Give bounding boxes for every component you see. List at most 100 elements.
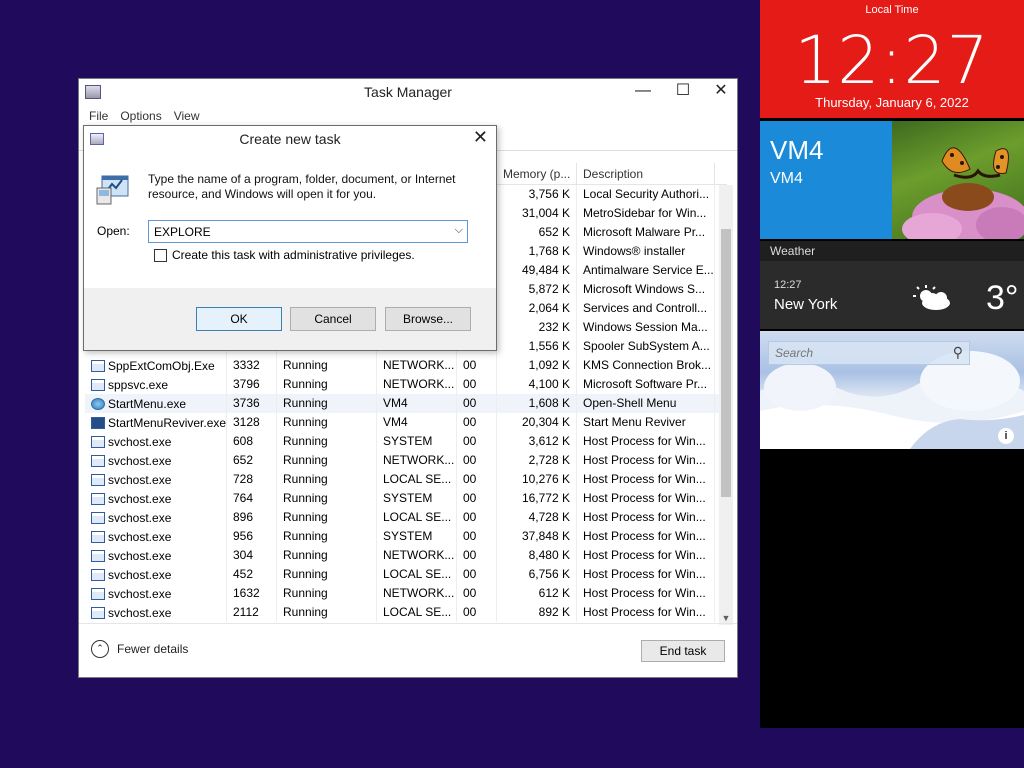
info-icon[interactable]: i	[998, 428, 1014, 444]
process-description: Host Process for Win...	[577, 470, 715, 489]
process-memory: 892 K	[497, 603, 577, 622]
process-pid-text: 1632	[233, 586, 260, 600]
menu-options[interactable]: Options	[120, 109, 161, 123]
task-manager-titlebar[interactable]: Task Manager — ☐ ✕	[79, 79, 737, 105]
open-combobox[interactable]: ⌵	[148, 220, 468, 243]
process-user-text: VM4	[383, 415, 408, 429]
process-description: Services and Controll...	[577, 299, 715, 318]
table-row[interactable]: svchost.exe 956 Running SYSTEM 00 37,848 K Hos…	[85, 527, 727, 546]
process-cpu-text: 00	[463, 377, 477, 391]
run-program-icon	[96, 175, 129, 205]
process-status-text: Running	[283, 586, 328, 600]
process-status-text: Running	[283, 510, 328, 524]
process-memory-text: 4,100 K	[528, 377, 570, 391]
col-memory-header[interactable]: Memory (p...	[497, 163, 577, 184]
process-memory-text: 20,304 K	[521, 415, 570, 429]
process-pid-text: 3128	[233, 415, 260, 429]
bing-tile[interactable]: ⚲ Bing i	[760, 331, 1024, 449]
process-memory: 1,556 K	[497, 337, 577, 356]
ok-button[interactable]: OK	[196, 307, 282, 331]
process-description: Host Process for Win...	[577, 603, 715, 622]
process-memory-text: 4,728 K	[528, 510, 570, 524]
weather-header: Weather	[760, 241, 1024, 261]
process-status: Running	[277, 356, 377, 375]
process-status-text: Running	[283, 472, 328, 486]
browse-button[interactable]: Browse...	[385, 307, 471, 331]
process-status-text: Running	[283, 605, 328, 619]
process-status: Running	[277, 413, 377, 432]
process-memory-text: 16,772 K	[521, 491, 570, 505]
end-task-button[interactable]: End task	[641, 640, 725, 662]
admin-privileges-checkbox[interactable]	[154, 248, 167, 262]
table-row[interactable]: svchost.exe 728 Running LOCAL SE... 00 10,276…	[85, 470, 727, 489]
process-description-text: KMS Connection Brok...	[583, 358, 712, 372]
table-row[interactable]: StartMenu.exe 3736 Running VM4 00 1,608 K Open…	[85, 394, 727, 413]
table-row[interactable]: svchost.exe 2112 Running LOCAL SE... 00 892 K…	[85, 603, 727, 622]
process-name-text: SppExtComObj.Exe	[108, 358, 215, 373]
process-description: Host Process for Win...	[577, 489, 715, 508]
process-memory-text: 10,276 K	[521, 472, 570, 486]
table-row[interactable]: svchost.exe 608 Running SYSTEM 00 3,612 K Host…	[85, 432, 727, 451]
admin-privileges-option[interactable]: Create this task with administrative pri…	[154, 248, 415, 262]
process-user-text: NETWORK...	[383, 548, 455, 562]
process-user: NETWORK...	[377, 356, 457, 375]
bing-search-box[interactable]: ⚲	[768, 341, 970, 365]
user-tile[interactable]: VM4 VM4	[760, 121, 892, 239]
table-row[interactable]: svchost.exe 764 Running SYSTEM 00 16,772 K Hos…	[85, 489, 727, 508]
process-cpu-text: 00	[463, 548, 477, 562]
open-input[interactable]	[149, 221, 439, 242]
table-row[interactable]: SppExtComObj.Exe 3332 Running NETWORK... 00 1…	[85, 356, 727, 375]
process-description-text: Host Process for Win...	[583, 491, 706, 505]
clock-tile[interactable]: Local Time 12:27 Thursday, January 6, 20…	[760, 0, 1024, 118]
process-description-text: Host Process for Win...	[583, 605, 706, 619]
process-status: Running	[277, 394, 377, 413]
process-memory-text: 49,484 K	[521, 263, 570, 277]
dialog-close-icon[interactable]: ✕	[473, 127, 488, 148]
scrollbar-thumb[interactable]	[721, 229, 731, 497]
process-description-text: MetroSidebar for Win...	[583, 206, 707, 220]
minimize-icon[interactable]: —	[625, 81, 661, 103]
table-row[interactable]: svchost.exe 304 Running NETWORK... 00 8,480 K…	[85, 546, 727, 565]
process-memory: 49,484 K	[497, 261, 577, 280]
process-memory: 3,612 K	[497, 432, 577, 451]
process-icon	[91, 454, 105, 467]
process-description-text: Windows Session Ma...	[583, 320, 708, 334]
close-icon[interactable]: ✕	[703, 81, 739, 103]
table-row[interactable]: sppsvc.exe 3796 Running NETWORK... 00 4,100 K…	[85, 375, 727, 394]
dialog-titlebar[interactable]: Create new task ✕	[84, 126, 496, 152]
table-row[interactable]: StartMenuReviver.exe 3128 Running VM4 00 20,3…	[85, 413, 727, 432]
search-icon[interactable]: ⚲	[953, 344, 963, 361]
process-memory: 232 K	[497, 318, 577, 337]
process-memory: 1,768 K	[497, 242, 577, 261]
process-status: Running	[277, 603, 377, 622]
table-row[interactable]: svchost.exe 896 Running LOCAL SE... 00 4,728 …	[85, 508, 727, 527]
table-row[interactable]: svchost.exe 652 Running NETWORK... 00 2,728 K…	[85, 451, 727, 470]
process-pid: 956	[227, 527, 277, 546]
process-pid-text: 3796	[233, 377, 260, 391]
vertical-scrollbar[interactable]: ▼	[719, 185, 733, 625]
process-user: NETWORK...	[377, 451, 457, 470]
chevron-down-icon[interactable]: ⌵	[455, 224, 463, 237]
menu-view[interactable]: View	[174, 109, 200, 123]
weather-tile[interactable]: Weather 12:27 New York 3°	[760, 241, 1024, 329]
table-row[interactable]: svchost.exe 1632 Running NETWORK... 00 612 K H…	[85, 584, 727, 603]
process-name-text: svchost.exe	[108, 529, 172, 544]
fewer-details-link[interactable]: ⌃ Fewer details	[91, 640, 188, 658]
process-status: Running	[277, 375, 377, 394]
user-subtitle: VM4	[770, 170, 803, 187]
butterfly-photo-tile[interactable]	[892, 121, 1024, 239]
weather-time: 12:27	[774, 279, 802, 291]
process-user-text: LOCAL SE...	[383, 510, 452, 524]
process-memory: 612 K	[497, 584, 577, 603]
process-icon	[91, 530, 105, 543]
process-user: SYSTEM	[377, 432, 457, 451]
maximize-icon[interactable]: ☐	[665, 81, 701, 103]
process-cpu-text: 00	[463, 415, 477, 429]
col-description-header[interactable]: Description	[577, 163, 715, 184]
menu-file[interactable]: File	[89, 109, 108, 123]
table-row[interactable]: svchost.exe 452 Running LOCAL SE... 00 6,756 …	[85, 565, 727, 584]
process-description: Antimalware Service E...	[577, 261, 715, 280]
bing-search-input[interactable]	[769, 342, 929, 364]
cancel-button[interactable]: Cancel	[290, 307, 376, 331]
process-user-text: SYSTEM	[383, 491, 433, 505]
